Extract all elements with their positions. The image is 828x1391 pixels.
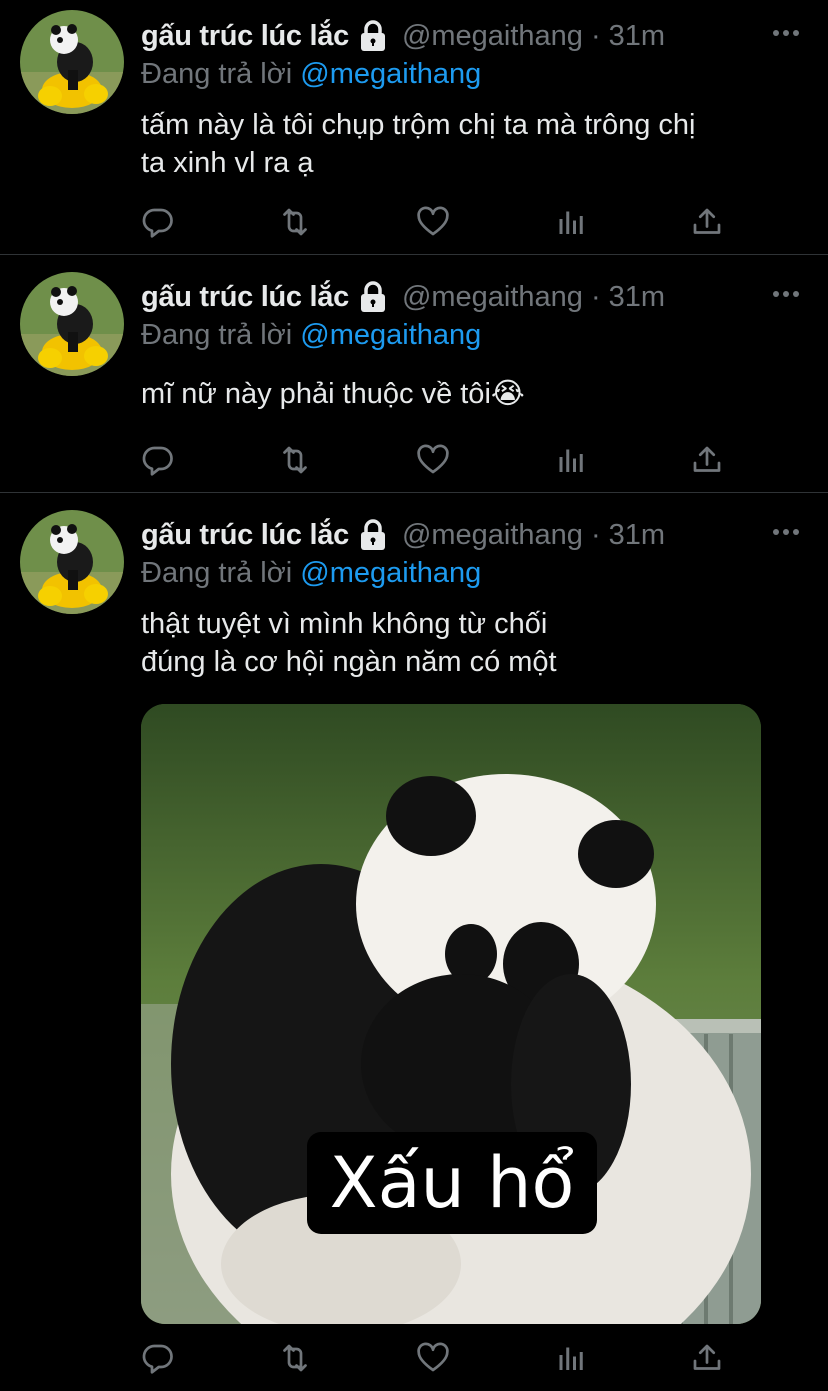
tweet[interactable]: gấu trúc lúc lắc @megaithang · 31m Đang … xyxy=(0,0,828,254)
tweet-text: mĩ nữ này phải thuộc về tôi😭 xyxy=(141,378,525,410)
more-icon[interactable] xyxy=(772,289,800,299)
reply-context: Đang trả lời @megaithang xyxy=(141,555,481,591)
share-icon[interactable] xyxy=(689,1340,725,1376)
avatar[interactable] xyxy=(20,272,124,376)
analytics-icon[interactable] xyxy=(552,1340,588,1376)
more-icon[interactable] xyxy=(772,527,800,537)
reply-icon[interactable] xyxy=(140,442,176,478)
reply-mention[interactable]: @megaithang xyxy=(300,58,481,90)
reply-icon[interactable] xyxy=(140,1340,176,1376)
display-name[interactable]: gấu trúc lúc lắc xyxy=(141,281,349,314)
tweet-header: gấu trúc lúc lắc @megaithang · 31m xyxy=(141,16,665,56)
timestamp[interactable]: 31m xyxy=(609,20,665,53)
action-bar xyxy=(0,1340,828,1380)
reply-mention[interactable]: @megaithang xyxy=(300,319,481,351)
separator: · xyxy=(590,518,601,551)
reply-context: Đang trả lời @megaithang xyxy=(141,56,481,92)
analytics-icon[interactable] xyxy=(552,204,588,240)
tweet-header: gấu trúc lúc lắc @megaithang · 31m xyxy=(141,515,665,555)
divider xyxy=(0,492,828,493)
retweet-icon[interactable] xyxy=(277,1340,313,1376)
avatar[interactable] xyxy=(20,510,124,614)
handle[interactable]: @megaithang xyxy=(402,519,583,552)
action-bar xyxy=(0,204,828,244)
lock-icon xyxy=(356,518,390,552)
handle[interactable]: @megaithang xyxy=(402,281,583,314)
tweet-header: gấu trúc lúc lắc @megaithang · 31m xyxy=(141,277,665,317)
lock-icon xyxy=(356,19,390,53)
like-icon[interactable] xyxy=(415,1340,451,1376)
timestamp[interactable]: 31m xyxy=(609,519,665,552)
tweet[interactable]: gấu trúc lúc lắc @megaithang · 31m Đang … xyxy=(0,255,828,492)
timestamp[interactable]: 31m xyxy=(609,281,665,314)
reply-mention[interactable]: @megaithang xyxy=(300,557,481,589)
media-caption: Xấu hổ xyxy=(329,1142,575,1224)
display-name[interactable]: gấu trúc lúc lắc xyxy=(141,20,349,53)
tweet-feed: gấu trúc lúc lắc @megaithang · 31m Đang … xyxy=(0,0,828,1391)
media-caption-box: Xấu hổ xyxy=(307,1132,597,1234)
reply-icon[interactable] xyxy=(140,204,176,240)
handle[interactable]: @megaithang xyxy=(402,20,583,53)
retweet-icon[interactable] xyxy=(277,442,313,478)
lock-icon xyxy=(356,280,390,314)
tweet-text: tấm này là tôi chụp trộm chị ta mà trông… xyxy=(141,109,696,179)
retweet-icon[interactable] xyxy=(277,204,313,240)
tweet-media-image[interactable]: Xấu hổ xyxy=(141,704,761,1324)
reply-prefix: Đang trả lời xyxy=(141,557,293,589)
share-icon[interactable] xyxy=(689,442,725,478)
avatar[interactable] xyxy=(20,10,124,114)
separator: · xyxy=(590,19,601,52)
separator: · xyxy=(590,280,601,313)
like-icon[interactable] xyxy=(415,204,451,240)
display-name[interactable]: gấu trúc lúc lắc xyxy=(141,519,349,552)
action-bar xyxy=(0,442,828,482)
like-icon[interactable] xyxy=(415,442,451,478)
reply-prefix: Đang trả lời xyxy=(141,58,293,90)
more-icon[interactable] xyxy=(772,28,800,38)
reply-context: Đang trả lời @megaithang xyxy=(141,317,481,353)
reply-prefix: Đang trả lời xyxy=(141,319,293,351)
analytics-icon[interactable] xyxy=(552,442,588,478)
panda-photo xyxy=(141,704,761,1324)
share-icon[interactable] xyxy=(689,204,725,240)
tweet-text: thật tuyệt vì mình không từ chối đúng là… xyxy=(141,608,557,678)
